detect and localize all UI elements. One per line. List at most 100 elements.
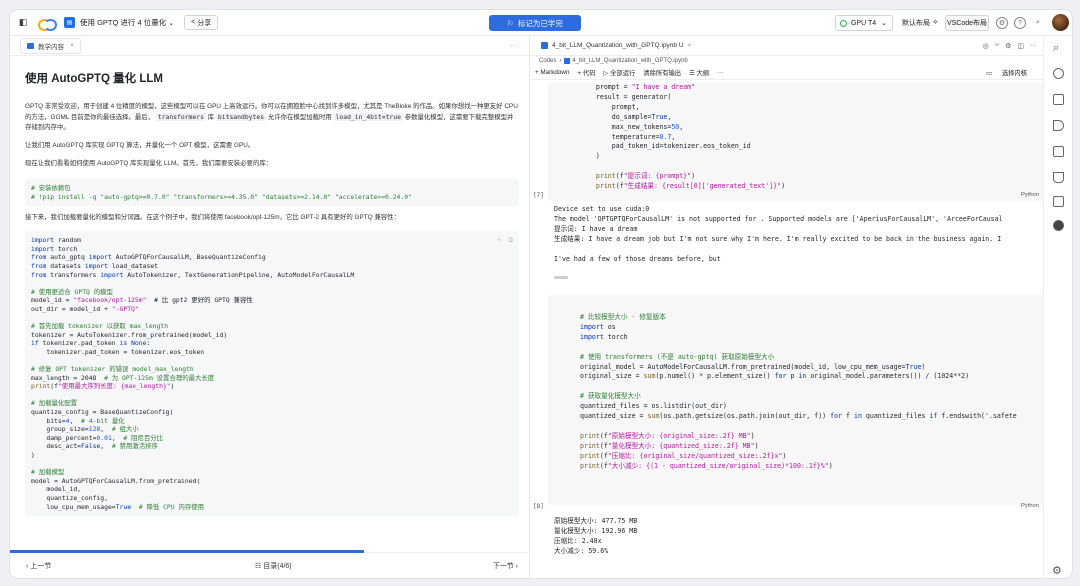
notebook-tab-label: 4_bit_LLM_Quantization_with_GPTQ.ipynb U [552,42,684,49]
clear-outputs-button[interactable]: 清除所有输出 [643,68,681,77]
output-line: 压缩比: 2.48x [554,536,602,545]
output-line: 量化模型大小: 192.96 MB [554,526,638,535]
exec-count: [8] [533,503,544,510]
code-line: from auto_gptq import AutoGPTQForCausalL… [31,253,266,262]
prev-label: 上一节 [30,562,52,570]
code-line: max_length = 2048 # 为 OPT-125m 设置合理的最大长度 [31,373,215,382]
code-line: low_cpu_mem_usage=True # 降低 CPU 内存使用 [31,502,205,511]
notebook-cells: prompt = "I have a dream" result = gener… [531,83,1043,578]
code-line: if tokenizer.pad_token is None: [31,339,151,348]
cell-language[interactable]: Python [1021,192,1039,198]
platform-logo[interactable] [38,18,57,31]
code-line: # 获取量化模型大小 [580,392,641,401]
code-cell[interactable]: # 比较模型大小 - 修复版本 import os import torch # 使… [548,295,1043,505]
lesson-tab-label: 教学内容 [38,43,64,51]
code-line: desc_act=False, # 禁用激活排序 [31,442,158,451]
copy-icon[interactable]: ⧉ [508,236,513,245]
output-line: 生成结果: I have a dream job but I'm not sur… [554,234,1002,243]
code-line: pad_token_id=tokenizer.eos_token_id [580,142,751,151]
prev-section-button[interactable]: ‹ 上一节 [26,561,51,571]
more-button[interactable]: ··· [717,69,723,76]
avatar[interactable] [1052,14,1069,31]
mark-learned-button[interactable]: ⚐ 标记为已学完 [489,15,581,31]
gear-icon[interactable]: ⚙ [1005,42,1011,50]
mark-learned-label: 标记为已学完 [517,18,563,28]
gpu-label: GPU T4 [851,19,877,27]
gear-icon[interactable]: ⚙ [1052,564,1062,577]
inline-code: transformers [155,113,206,121]
output-line: I've had a few of those dreams before, b… [554,254,721,263]
more-icon[interactable]: ··· [511,42,518,49]
default-layout-button[interactable]: 默认布局 ⟡ [902,15,938,31]
run-all-button[interactable]: ▷ 全部运行 [604,68,636,77]
book-icon [27,42,34,49]
package-icon[interactable] [1053,220,1064,231]
code-line: model = AutoGPTQForCausalLM.from_pretrai… [31,476,201,485]
code-line: prompt, [580,102,640,111]
cell-language[interactable]: Python [1021,503,1039,509]
close-icon[interactable]: × [688,42,692,49]
code-line: # 修复 OPT tokenizer 的错误 model_max_length [31,365,194,374]
search-icon[interactable]: ⌕ [1032,17,1044,29]
table-icon[interactable] [1053,196,1064,207]
code-line: ) [580,152,600,161]
breadcrumb-item[interactable]: Codes [539,58,556,64]
editor-actions: ◎ ⑂ ⚙ ◫ ··· [983,42,1037,50]
code-line: quantize_config = BaseQuantizeConfig( [31,408,174,417]
toc-button[interactable]: ☷ 目录(4/6) [255,561,292,571]
code-line: group_size=128, # 组大小 [31,425,139,434]
code-line: original_model = AutoModelForCausalLM.fr… [580,362,926,371]
more-icon[interactable]: ··· [1030,42,1037,50]
code-line: print(f"原始模型大小: {original_size:.2f} MB") [580,431,755,440]
tab-notebook[interactable]: 4_bit_LLM_Quantization_with_GPTQ.ipynb U… [537,40,695,51]
sidebar-toggle-icon[interactable]: ◧ [16,16,30,30]
doc-title[interactable]: 使用 GPTQ 进行 4 位量化 [80,17,166,28]
add-markdown-button[interactable]: + Markdown [535,69,569,76]
model-code-block[interactable]: + ⧉ import random import torch from auto_gpt… [25,231,519,517]
code-line: import torch [31,244,78,253]
outline-button[interactable]: ☰ 大纲 [689,68,709,77]
text: 允许你在模型加载时用 [267,114,332,121]
install-code-block[interactable]: # 安装依赖包 # !pip install -q "auto-gptq>=0.7… [25,179,519,207]
select-kernel-button[interactable]: ▭ 选择内核 [986,68,1035,77]
add-icon[interactable]: + [497,236,501,245]
compare-icon[interactable]: ◎ [983,42,989,50]
code-cell[interactable]: prompt = "I have a dream" result = gener… [548,83,1043,201]
title-chevron-icon[interactable]: ⌄ [168,19,174,27]
settings-icon[interactable]: ⚙ [996,17,1008,29]
next-section-button[interactable]: 下一节 › [493,561,518,571]
code-line: from datasets import load_dataset [31,261,158,270]
notebook-pane: 4_bit_LLM_Quantization_with_GPTQ.ipynb U… [531,36,1043,578]
code-line: # 首先加载 tokenizer 以获取 max_length [31,322,169,331]
tab-lesson-content[interactable]: 教学内容 × [20,37,81,54]
breadcrumb-item[interactable]: 4_bit_LLM_Quantization_with_GPTQ.ipynb [572,58,687,64]
branch-icon[interactable]: ⑂ [995,42,999,50]
code-line: max_new_tokens=50, [580,122,684,131]
accounts-icon[interactable] [1053,68,1064,79]
collapse-handle[interactable] [554,276,568,279]
add-code-button[interactable]: + 代码 [577,68,595,77]
gpu-selector[interactable]: GPU T4 ⌄ [835,15,893,31]
code-line: # 加载量化配置 [31,399,78,408]
run-debug-icon[interactable] [1053,120,1064,131]
terminal-icon[interactable] [1053,94,1064,105]
list-icon: ☷ [255,562,262,570]
close-icon[interactable]: × [70,42,74,49]
help-icon[interactable]: ? [1014,17,1026,29]
extensions-icon[interactable] [1053,146,1064,157]
search-icon[interactable]: ⌕ [1053,42,1059,55]
code-line: original_size = sum(p.numel() * p.elemen… [580,372,970,381]
flask-icon[interactable] [1053,172,1064,183]
lesson-tab-bar: 教学内容 × ··· [10,36,529,56]
share-button[interactable]: < 分享 [184,15,219,30]
split-icon[interactable]: ◫ [1017,42,1024,50]
toc-label: 目录(4/6) [263,562,292,570]
lesson-footer: ‹ 上一节 ☷ 目录(4/6) 下一节 › [10,550,530,578]
vscode-layout-button[interactable]: VSCode布局 [945,15,989,31]
notebook-file-icon [564,58,571,64]
